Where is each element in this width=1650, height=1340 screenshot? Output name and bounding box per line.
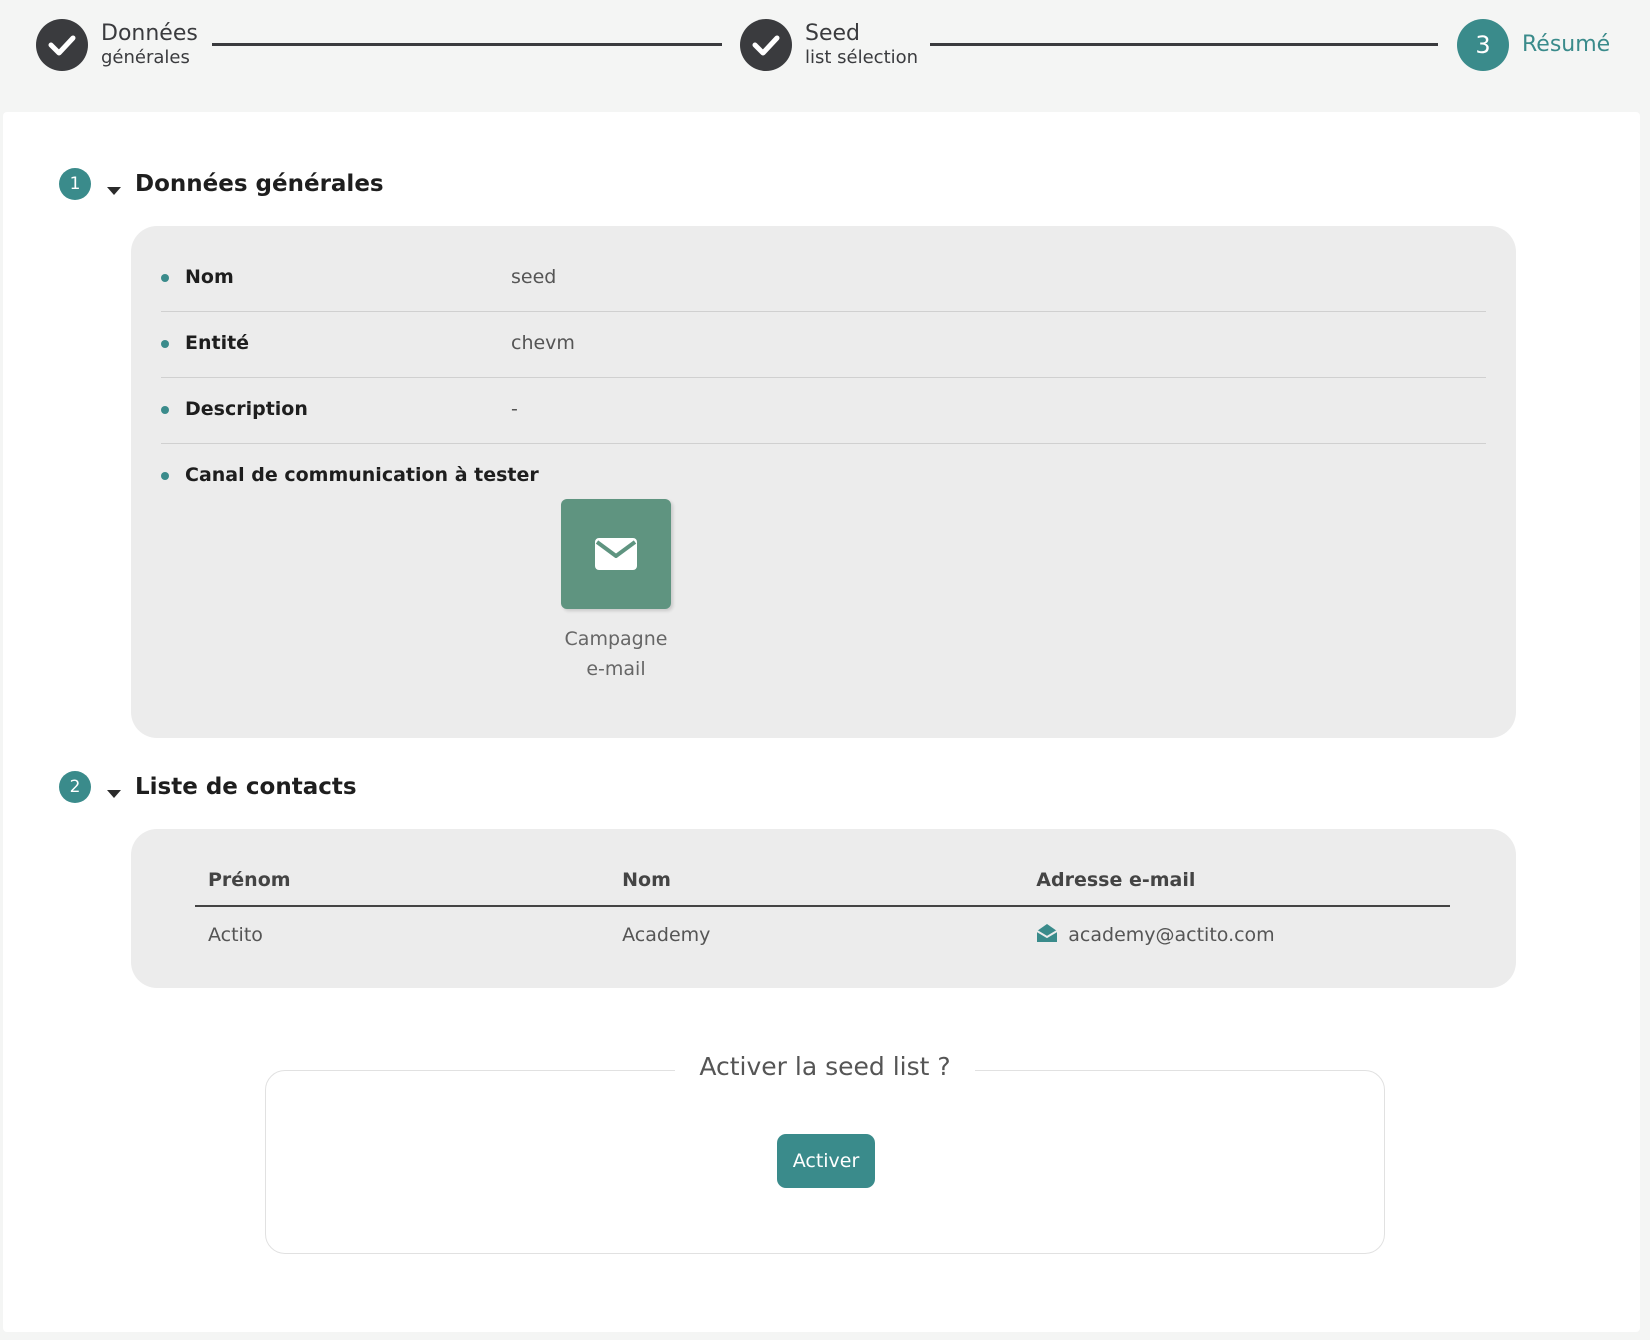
row-label: Entité (185, 332, 250, 354)
step-seed-list[interactable]: Seed list sélection (740, 19, 918, 71)
envelope-icon (595, 538, 637, 570)
summary-row-channel: Canal de communication à tester Campagne… (161, 444, 1486, 714)
step-number: 3 (1457, 19, 1509, 71)
channel-label: Campagne e-mail (536, 624, 696, 684)
email-address: academy@actito.com (1068, 924, 1275, 946)
column-header-email: Adresse e-mail (1023, 859, 1450, 907)
table-header-row: Prénom Nom Adresse e-mail (195, 859, 1450, 907)
channel-label-line1: Campagne (564, 628, 668, 650)
summary-row-entity: Entité chevm (161, 312, 1486, 378)
cell-email: academy@actito.com (1023, 906, 1450, 956)
activate-button[interactable]: Activer (777, 1134, 875, 1188)
bullet (161, 406, 169, 414)
step-subtitle: list sélection (805, 47, 919, 69)
row-label: Canal de communication à tester (185, 464, 539, 486)
step-title: Données (101, 21, 198, 46)
contacts-table: Prénom Nom Adresse e-mail Actito Academy… (195, 859, 1450, 956)
bullet (161, 472, 169, 480)
caret-down-icon[interactable] (107, 790, 121, 798)
row-label: Description (185, 398, 308, 420)
bullet (161, 340, 169, 348)
column-header-first-name: Prénom (195, 859, 610, 907)
activation-fieldset: Activer la seed list ? Activer (265, 1052, 1385, 1254)
summary-row-description: Description - (161, 378, 1486, 444)
step-title: Résumé (1522, 31, 1611, 57)
section-title: Liste de contacts (135, 774, 357, 800)
caret-down-icon[interactable] (107, 187, 121, 195)
step-summary[interactable]: 3 Résumé (1457, 19, 1610, 71)
table-row: Actito Academy academy@actito.com (195, 906, 1450, 956)
section-title: Données générales (135, 171, 384, 197)
section-number-badge: 2 (59, 771, 91, 803)
check-icon (740, 19, 792, 71)
summary-row-name: Nom seed (161, 246, 1486, 312)
stepper: Données générales Seed list sélection 3 … (0, 0, 1650, 110)
check-icon (36, 19, 88, 71)
step-general-data[interactable]: Données générales (36, 19, 198, 71)
section-number-badge: 1 (59, 168, 91, 200)
contacts-panel: Prénom Nom Adresse e-mail Actito Academy… (131, 829, 1516, 988)
step-subtitle: générales (101, 47, 190, 69)
open-envelope-icon (1036, 924, 1058, 942)
row-label: Nom (185, 266, 234, 288)
step-connector (212, 43, 722, 46)
bullet (161, 274, 169, 282)
activation-legend: Activer la seed list ? (266, 1052, 1384, 1081)
channel-label-line2: e-mail (586, 658, 646, 680)
step-connector (930, 43, 1438, 46)
step-title: Seed (805, 21, 860, 46)
row-value: - (511, 398, 518, 420)
activation-question: Activer la seed list ? (675, 1052, 975, 1081)
cell-last-name: Academy (622, 923, 711, 946)
summary-card: 1 Données générales Nom seed Entité chev… (3, 112, 1640, 1332)
row-value: chevm (511, 332, 575, 354)
column-header-last-name: Nom (609, 859, 1024, 907)
email-channel-tile[interactable] (561, 499, 671, 609)
general-data-panel: Nom seed Entité chevm Description - Cana… (131, 226, 1516, 738)
row-value: seed (511, 266, 557, 288)
section-header-general[interactable]: 1 Données générales (59, 168, 384, 200)
section-header-contacts[interactable]: 2 Liste de contacts (59, 771, 357, 803)
cell-first-name: Actito (208, 923, 263, 946)
